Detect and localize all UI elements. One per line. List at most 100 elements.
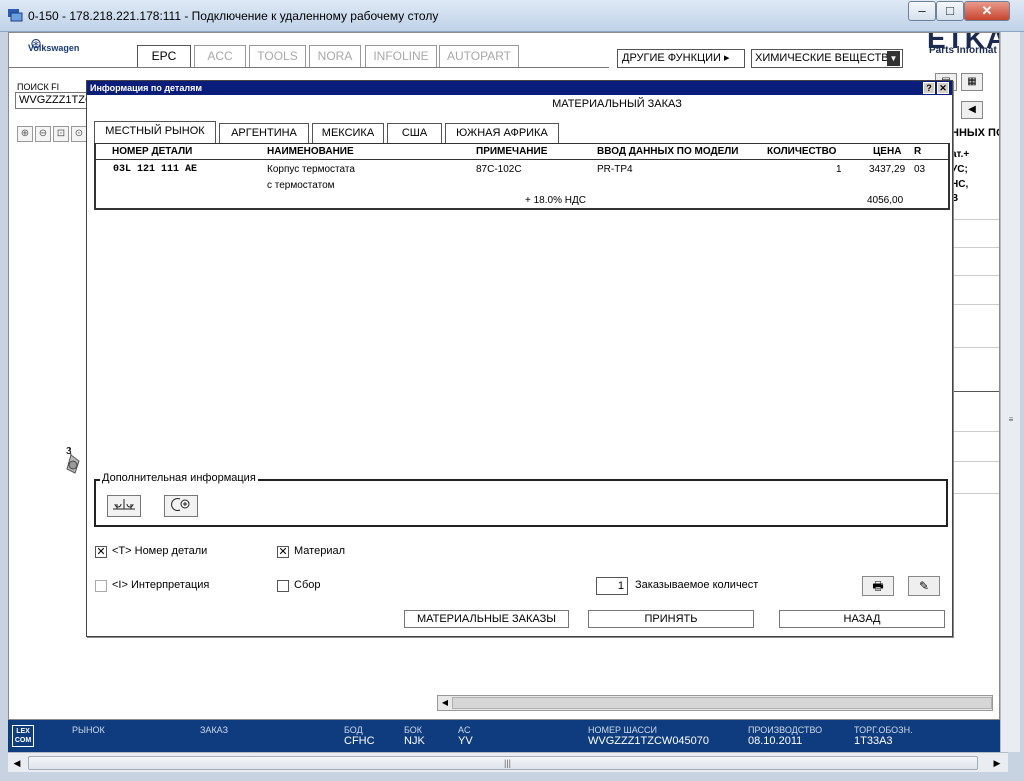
col-part-number[interactable]: НОМЕР ДЕТАЛИ	[112, 146, 192, 157]
tab-acc[interactable]: ACC	[194, 45, 246, 67]
close-window-button[interactable]: ✕	[964, 1, 1010, 21]
row-divider	[951, 219, 999, 220]
scroll-grip-icon: |||	[504, 758, 512, 768]
bod-label: БОД	[344, 725, 363, 735]
dialog-title: Информация по деталям	[87, 81, 952, 95]
edit-note-icon[interactable]: ✎	[908, 576, 940, 596]
order-quantity-label: Заказываемое количест	[635, 579, 759, 591]
balance-icon	[113, 499, 135, 510]
material-orders-button[interactable]: МАТЕРИАЛЬНЫЕ ЗАКАЗЫ	[404, 610, 569, 628]
row-divider	[951, 461, 999, 462]
details-right-panel: ННЫХ ПО ат.+ УС; НС, В	[951, 123, 1000, 719]
col-price[interactable]: ЦЕНА	[873, 146, 901, 157]
row-divider	[951, 431, 999, 432]
part-detail-icon[interactable]	[164, 495, 198, 517]
accept-button[interactable]: ПРИНЯТЬ	[588, 610, 754, 628]
tab-epc[interactable]: EPC	[137, 45, 191, 68]
other-functions-menu[interactable]: ДРУГИЕ ФУНКЦИИ ▸	[617, 49, 745, 68]
dialog-heading: МАТЕРИАЛЬНЫЙ ЗАКАЗ	[552, 98, 682, 110]
zoom-fit-icon[interactable]: ⊡	[53, 126, 69, 142]
inner-horizontal-scrollbar[interactable]: ◀	[437, 695, 993, 711]
col-r[interactable]: R	[914, 146, 921, 157]
tab-tools[interactable]: TOOLS	[249, 45, 306, 67]
row-quantity: 1	[836, 164, 842, 175]
trade-label: ТОРГ.ОБОЗН.	[854, 725, 913, 735]
vehicle-status-bar: LEX COM РЫНОК ЗАКАЗ БОД CFHC БОК NJK AC …	[8, 720, 1000, 752]
row-name-line2: с термостатом	[267, 180, 335, 191]
zoom-reset-icon[interactable]: ⊙	[71, 126, 87, 142]
interpretation-checkbox-label: <I> Интерпретация	[112, 579, 210, 591]
right-panel-header: ННЫХ ПО	[951, 127, 1000, 139]
print-icon[interactable]: 🖶	[862, 576, 894, 596]
row-divider	[951, 391, 999, 392]
maximize-button[interactable]: □	[936, 1, 964, 21]
tab-south-africa[interactable]: ЮЖНАЯ АФРИКА	[445, 123, 559, 143]
table-header: НОМЕР ДЕТАЛИ НАИМЕНОВАНИЕ ПРИМЕЧАНИЕ ВВО…	[96, 144, 948, 160]
material-checkbox[interactable]: ✕	[277, 546, 289, 558]
col-model-data[interactable]: ВВОД ДАННЫХ ПО МОДЕЛИ	[597, 146, 739, 157]
row-part-number[interactable]: 03L 121 111 AE	[113, 164, 197, 175]
bod-value: CFHC	[344, 735, 375, 747]
part-info-dialog: Информация по деталям ? ✕ МАТЕРИАЛЬНЫЙ З…	[86, 80, 953, 637]
tabs-divider	[9, 67, 609, 68]
row-divider	[951, 304, 999, 305]
market-label: РЫНОК	[72, 725, 105, 735]
scroll-right-arrow-icon[interactable]: ▶	[988, 755, 1006, 771]
scroll-thumb[interactable]: |||	[28, 756, 978, 770]
col-name[interactable]: НАИМЕНОВАНИЕ	[267, 146, 354, 157]
part-number-checkbox[interactable]: ✕	[95, 546, 107, 558]
close-dialog-icon[interactable]: ✕	[937, 82, 949, 94]
production-label: ПРОИЗВОДСТВО	[748, 725, 823, 735]
tab-nora[interactable]: NORA	[309, 45, 361, 67]
scroll-grip-icon[interactable]: ≡	[1005, 415, 1017, 425]
etka-subtitle: Parts Informat	[929, 45, 997, 56]
interpretation-checkbox[interactable]	[95, 580, 107, 592]
tab-mexico[interactable]: МЕКСИКА	[312, 123, 384, 143]
zoom-in-icon[interactable]: ⊕	[17, 126, 33, 142]
row-divider	[951, 247, 999, 248]
assembly-checkbox[interactable]	[277, 580, 289, 592]
dropdown-arrow-icon[interactable]: ▼	[887, 51, 900, 66]
window-title-bar: 0-150 - 178.218.221.178:111 - Подключени…	[0, 0, 1024, 32]
brand-label: Volkswagen	[28, 43, 80, 53]
zoom-out-icon[interactable]: ⊖	[35, 126, 51, 142]
right-panel-line: ат.+	[951, 149, 970, 160]
col-note[interactable]: ПРИМЕЧАНИЕ	[476, 146, 547, 157]
back-button[interactable]: НАЗАД	[779, 610, 945, 628]
tab-infoline[interactable]: INFOLINE	[365, 45, 437, 67]
scroll-thumb[interactable]	[452, 697, 992, 709]
search-input[interactable]: WVGZZZ1TZCW045070	[15, 92, 91, 109]
tab-usa[interactable]: США	[387, 123, 442, 143]
part-number-checkbox-label: <T> Номер детали	[112, 545, 208, 557]
col-quantity[interactable]: КОЛИЧЕСТВО	[767, 146, 836, 157]
order-quantity-input[interactable]: 1	[596, 577, 628, 595]
total-price: 4056,00	[867, 195, 904, 206]
chemicals-dropdown[interactable]: ХИМИЧЕСКИЕ ВЕЩЕСТВА	[751, 49, 903, 68]
ac-label: AC	[458, 725, 471, 735]
row-price: 3437,29	[869, 164, 906, 175]
tab-autopart[interactable]: AUTOPART	[439, 45, 519, 67]
order-label: ЗАКАЗ	[200, 725, 229, 735]
production-value: 08.10.2011	[748, 735, 803, 747]
lexcom-logo: LEX COM	[12, 725, 34, 747]
chassis-value: WVGZZZ1TZCW045070	[588, 735, 710, 747]
lens-plus-icon	[171, 498, 190, 511]
row-divider	[951, 347, 999, 348]
tab-argentina[interactable]: АРГЕНТИНА	[219, 123, 309, 143]
parts-table: НОМЕР ДЕТАЛИ НАИМЕНОВАНИЕ ПРИМЕЧАНИЕ ВВО…	[94, 143, 950, 210]
horizontal-scrollbar[interactable]: ◀ ||| ▶	[8, 752, 1008, 772]
assembly-info-icon[interactable]	[107, 495, 141, 517]
help-icon[interactable]: ?	[923, 82, 935, 94]
scroll-left-icon[interactable]: ◀	[440, 697, 450, 709]
ac-value: YV	[458, 735, 473, 747]
assembly-checkbox-label: Сбор	[294, 579, 321, 591]
right-panel-line: НС,	[951, 179, 969, 190]
remote-desktop-icon	[8, 9, 23, 22]
scroll-left-arrow-icon[interactable]: ◀	[8, 755, 26, 771]
minimize-button[interactable]: ‒	[908, 1, 936, 21]
window-title: 0-150 - 178.218.221.178:111 - Подключени…	[28, 9, 439, 23]
vertical-scrollbar[interactable]: ≡	[1000, 32, 1020, 752]
row-divider	[951, 493, 999, 494]
toolbar-pages-icon[interactable]: ▦	[961, 73, 983, 91]
tab-local-market[interactable]: МЕСТНЫЙ РЫНОК	[94, 121, 216, 144]
